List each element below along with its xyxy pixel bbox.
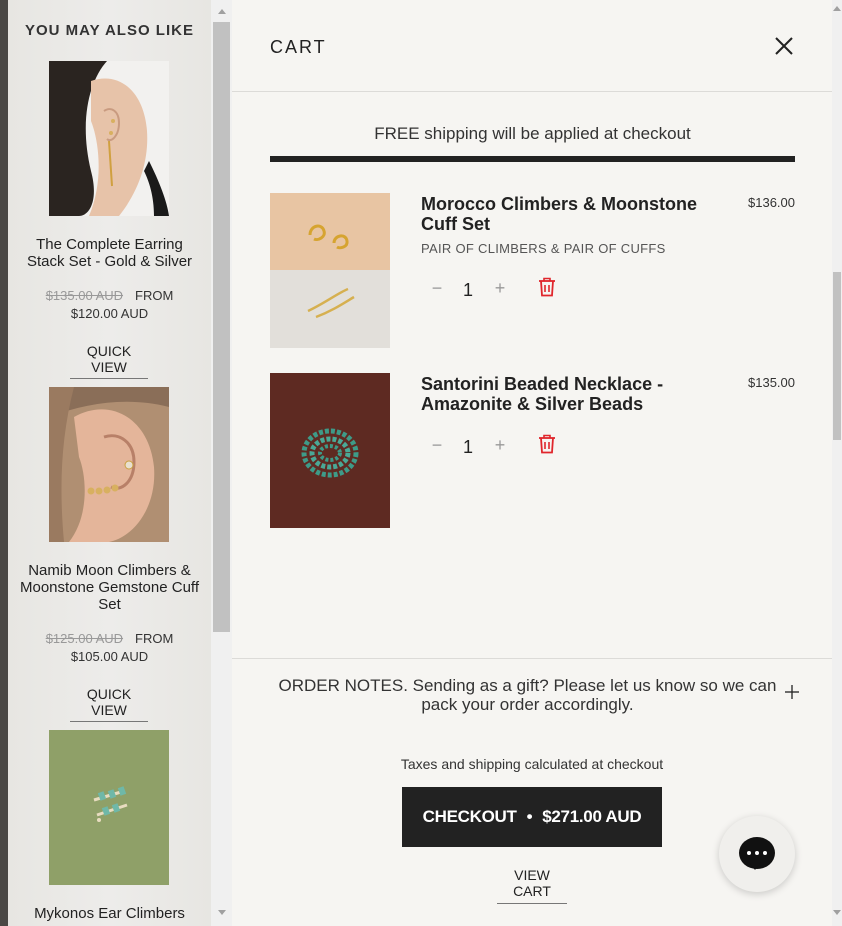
from-label: FROM bbox=[135, 288, 174, 303]
close-icon[interactable] bbox=[772, 34, 796, 58]
quantity-value[interactable]: 1 bbox=[458, 280, 478, 301]
recommendations-panel: YOU MAY ALSO LIKE The Complete Earring S… bbox=[0, 0, 232, 926]
chat-bubble-tail bbox=[749, 862, 761, 870]
quick-view-button[interactable]: QUICK VIEW bbox=[70, 343, 148, 379]
plus-icon[interactable] bbox=[784, 684, 800, 700]
cart-item-image-santorini[interactable] bbox=[270, 373, 390, 528]
divider bbox=[232, 91, 832, 92]
cart-item-image-morocco[interactable] bbox=[270, 193, 390, 348]
cart-item-name[interactable]: Santorini Beaded Necklace - Amazonite & … bbox=[421, 374, 711, 414]
original-price: $125.00 AUD bbox=[45, 631, 124, 646]
product-name[interactable]: The Complete Earring Stack Set - Gold & … bbox=[18, 236, 201, 270]
sale-price: $105.00 AUD bbox=[70, 649, 149, 664]
scrollbar-thumb[interactable] bbox=[833, 272, 841, 440]
from-label: FROM bbox=[135, 631, 174, 646]
cart-item-price: $136.00 bbox=[748, 195, 795, 210]
overlay-shade bbox=[0, 0, 8, 926]
quantity-value[interactable]: 1 bbox=[458, 437, 478, 458]
checkout-button[interactable]: CHECKOUT • $271.00 AUD bbox=[402, 787, 662, 847]
quantity-increase-button[interactable]: + bbox=[491, 279, 509, 297]
trash-icon[interactable] bbox=[538, 277, 556, 297]
recommendations-scrollbar[interactable] bbox=[211, 0, 232, 926]
quantity-decrease-button[interactable]: − bbox=[428, 279, 446, 297]
product-image-mykonos[interactable] bbox=[49, 730, 169, 885]
chat-dots bbox=[747, 851, 767, 855]
chat-icon[interactable] bbox=[719, 816, 795, 892]
page-scrollbar[interactable] bbox=[832, 0, 842, 926]
scrollbar-thumb[interactable] bbox=[213, 22, 230, 632]
scroll-down-arrow-icon[interactable] bbox=[833, 910, 841, 915]
product-image-namib-moon[interactable] bbox=[49, 387, 169, 542]
recommendations-list: YOU MAY ALSO LIKE The Complete Earring S… bbox=[8, 0, 211, 926]
view-cart-link[interactable]: VIEW CART bbox=[497, 867, 567, 904]
product-name[interactable]: Mykonos Ear Climbers bbox=[18, 905, 201, 922]
shipping-progress-bar bbox=[270, 156, 795, 162]
order-notes-toggle[interactable]: ORDER NOTES. Sending as a gift? Please l… bbox=[270, 676, 785, 714]
checkout-total: $271.00 AUD bbox=[542, 807, 642, 826]
product-name[interactable]: Namib Moon Climbers & Moonstone Gemstone… bbox=[18, 562, 201, 613]
recommendations-title: YOU MAY ALSO LIKE bbox=[25, 22, 194, 39]
sale-price: $120.00 AUD bbox=[70, 306, 149, 321]
cart-title: CART bbox=[270, 37, 327, 57]
quantity-increase-button[interactable]: + bbox=[491, 436, 509, 454]
trash-icon[interactable] bbox=[538, 434, 556, 454]
product-price: $135.00 AUD FROM $120.00 AUD bbox=[8, 287, 211, 323]
scroll-down-arrow-icon[interactable] bbox=[218, 910, 226, 915]
cart-item-name[interactable]: Morocco Climbers & Moonstone Cuff Set bbox=[421, 194, 711, 234]
quantity-decrease-button[interactable]: − bbox=[428, 436, 446, 454]
product-price: $125.00 AUD FROM $105.00 AUD bbox=[8, 630, 211, 666]
scroll-up-arrow-icon[interactable] bbox=[218, 9, 226, 14]
cart-item-variant: PAIR OF CLIMBERS & PAIR OF CUFFS bbox=[421, 241, 666, 256]
product-image-earring-stack[interactable] bbox=[49, 61, 169, 216]
cart-item-price: $135.00 bbox=[748, 375, 795, 390]
free-shipping-message: FREE shipping will be applied at checkou… bbox=[374, 124, 691, 143]
checkout-separator: • bbox=[526, 807, 533, 826]
cart-drawer: CART FREE shipping will be applied at ch… bbox=[232, 0, 832, 926]
checkout-label: CHECKOUT bbox=[422, 807, 517, 826]
scroll-up-arrow-icon[interactable] bbox=[833, 6, 841, 11]
original-price: $135.00 AUD bbox=[45, 288, 124, 303]
quick-view-button[interactable]: QUICK VIEW bbox=[70, 686, 148, 722]
divider bbox=[232, 658, 832, 659]
taxes-note: Taxes and shipping calculated at checkou… bbox=[400, 756, 664, 772]
shipping-progress-fill bbox=[270, 156, 795, 162]
